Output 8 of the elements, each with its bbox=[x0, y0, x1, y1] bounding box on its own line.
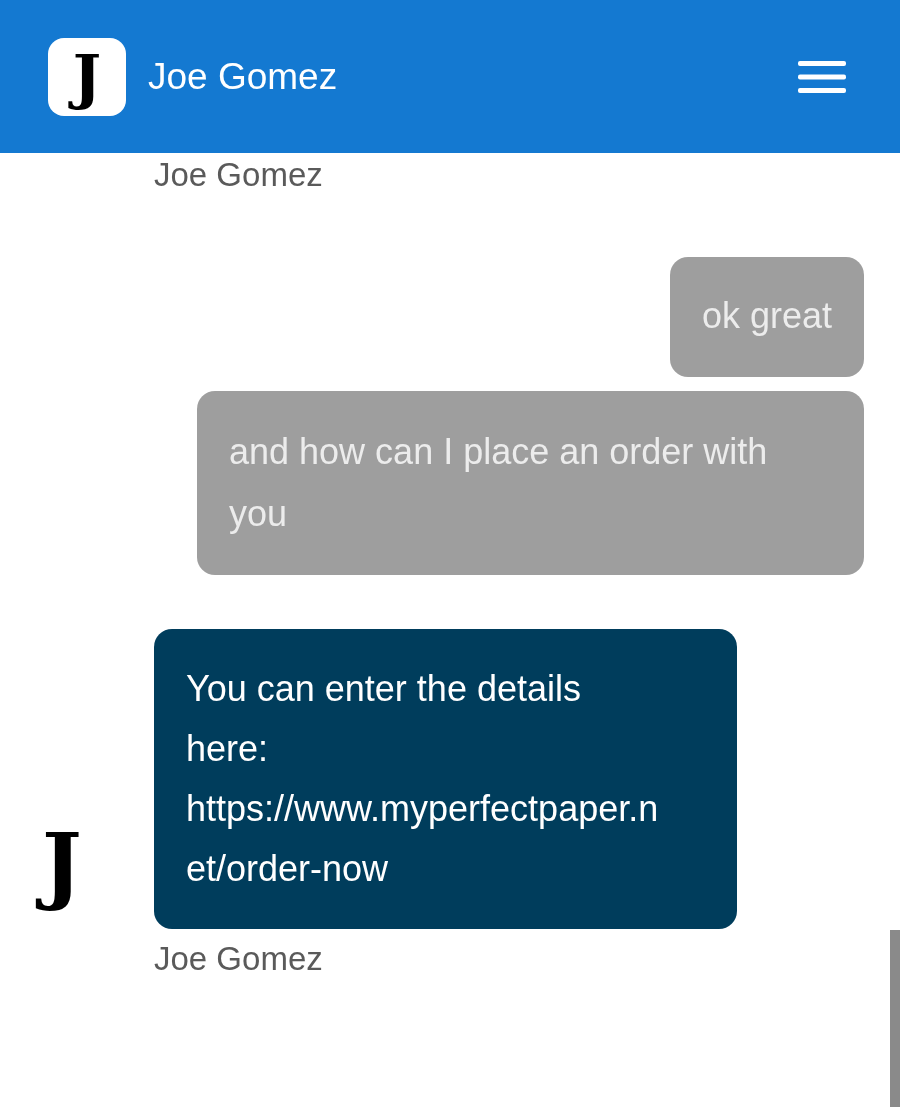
header-title: Joe Gomez bbox=[148, 54, 338, 99]
menu-icon[interactable] bbox=[798, 58, 846, 95]
message-bubble: and how can I place an order with you bbox=[197, 390, 864, 575]
sender-name: Joe Gomez bbox=[154, 938, 324, 979]
avatar-logo: J bbox=[48, 37, 126, 116]
message-bubble: ok great bbox=[669, 256, 864, 377]
message-bubble: You can enter the details here: https://www.myperfectpaper.net/order-now bbox=[154, 628, 737, 929]
sender-name: Joe Gomez bbox=[154, 155, 324, 195]
